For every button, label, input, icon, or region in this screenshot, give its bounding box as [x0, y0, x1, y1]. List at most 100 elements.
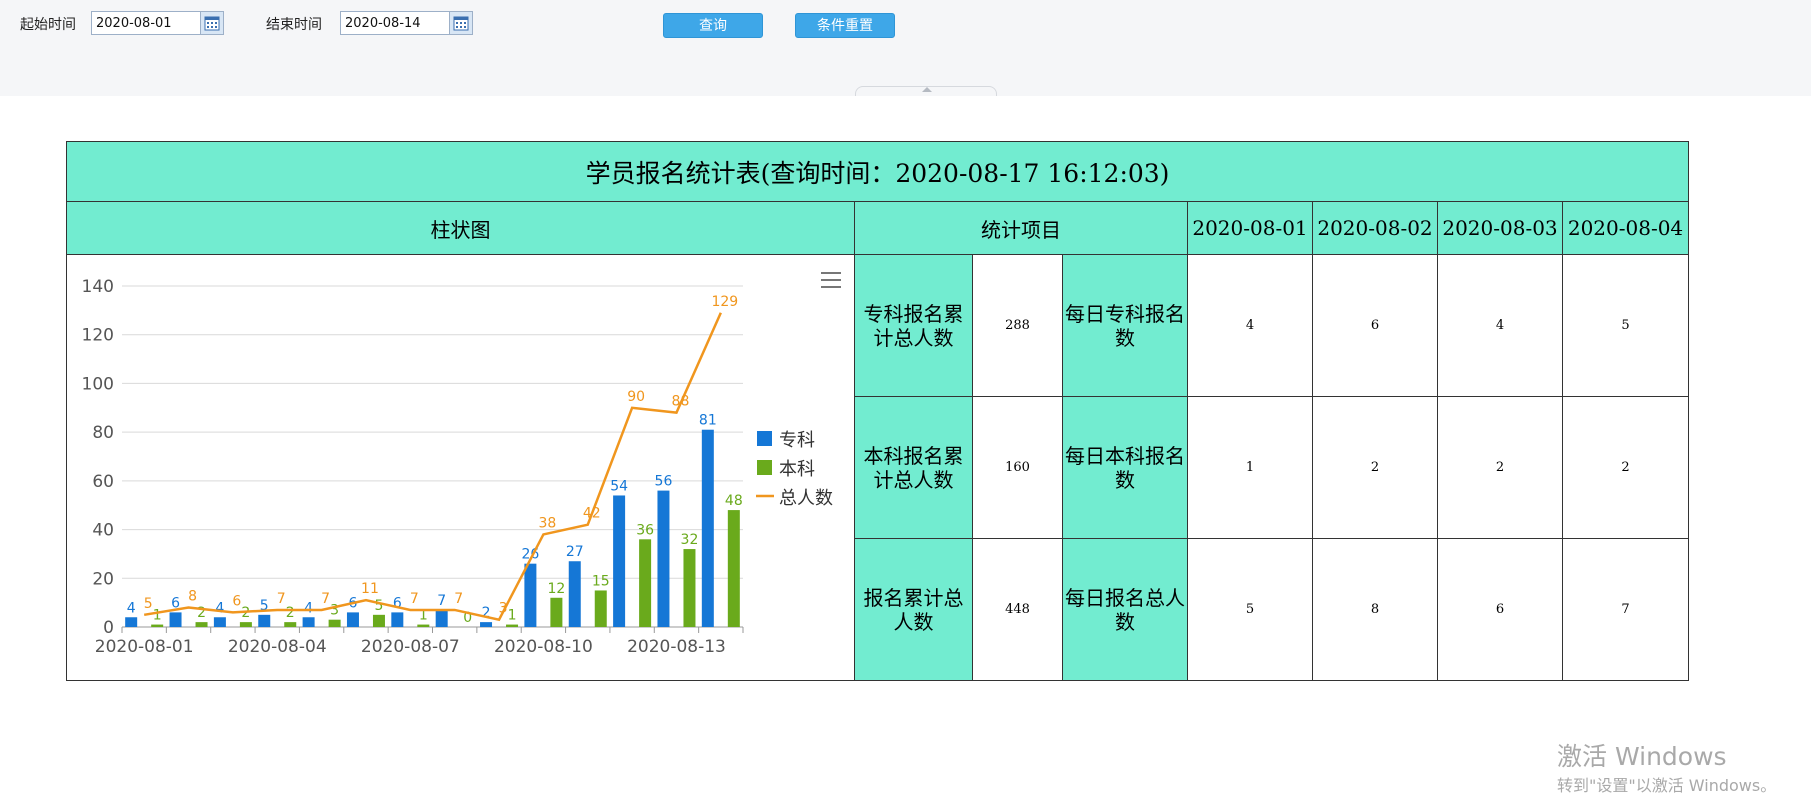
- date-header: 2020-08-04: [1561, 201, 1690, 255]
- daily-value: 8: [1312, 538, 1438, 681]
- data-label: 7: [454, 590, 463, 606]
- end-calendar-button[interactable]: [449, 11, 473, 35]
- data-label: 48: [725, 493, 743, 509]
- bar: [683, 548, 696, 627]
- x-tick-label: 2020-08-13: [627, 637, 726, 657]
- data-label: 2: [286, 605, 295, 621]
- daily-value: 4: [1187, 254, 1313, 397]
- bar: [125, 616, 138, 627]
- calendar-icon: [453, 16, 469, 31]
- y-tick-label: 80: [92, 423, 114, 443]
- data-label: 32: [681, 532, 699, 548]
- daily-value: 2: [1437, 396, 1563, 539]
- table-title: 学员报名统计表(查询时间：2020-08-17 16:12:03): [65, 141, 1690, 202]
- total-label: 专科报名累计总人数: [854, 254, 973, 397]
- daily-value: 6: [1437, 538, 1563, 681]
- data-label: 3: [499, 600, 508, 616]
- item-header: 统计项目: [854, 201, 1188, 255]
- data-label: 7: [437, 592, 446, 608]
- y-tick-label: 0: [103, 618, 114, 638]
- bar: [346, 611, 359, 627]
- end-date-label: 结束时间: [266, 17, 322, 33]
- daily-label: 每日本科报名数: [1062, 396, 1188, 539]
- bar: [391, 611, 404, 627]
- bar: [284, 621, 297, 627]
- total-value: 160: [972, 396, 1063, 539]
- data-label: 56: [655, 473, 673, 489]
- data-label: 90: [627, 388, 645, 404]
- data-label: 7: [277, 590, 286, 606]
- data-label: 4: [215, 600, 224, 616]
- y-tick-label: 20: [92, 569, 114, 589]
- bar: [258, 614, 271, 627]
- data-label: 2: [241, 605, 250, 621]
- bar: [480, 621, 493, 627]
- data-label: 15: [592, 573, 610, 589]
- daily-value: 4: [1437, 254, 1563, 397]
- daily-label: 每日报名总人数: [1062, 538, 1188, 681]
- data-label: 88: [672, 393, 690, 409]
- data-label: 6: [232, 593, 241, 609]
- daily-value: 1: [1187, 396, 1313, 539]
- date-header: 2020-08-01: [1187, 201, 1313, 255]
- legend-item: 专科: [779, 430, 815, 451]
- menu-icon[interactable]: [821, 271, 841, 288]
- legend-item: 总人数: [779, 488, 833, 509]
- daily-value: 7: [1561, 538, 1690, 681]
- bar: [506, 624, 519, 627]
- legend-item: 本科: [779, 459, 815, 480]
- total-value: 288: [972, 254, 1063, 397]
- chart-container: 0 20 40 60 80 100 120 140 2020-08-01 2020-08-04 20…: [66, 254, 855, 681]
- x-tick-label: 2020-08-01: [95, 637, 194, 657]
- data-label: 1: [508, 607, 517, 623]
- daily-value: 5: [1561, 254, 1690, 397]
- bar: [727, 509, 740, 627]
- data-label: 12: [547, 580, 565, 596]
- data-label: 4: [127, 600, 136, 616]
- bar: [524, 563, 537, 627]
- watermark-title: 激活 Windows: [1557, 742, 1727, 771]
- watermark-subtitle: 转到"设置"以激活 Windows。: [1557, 776, 1777, 795]
- start-date-label: 起始时间: [20, 17, 76, 33]
- bar: [195, 621, 208, 627]
- data-label: 36: [636, 522, 654, 538]
- data-label: 8: [188, 588, 197, 604]
- x-tick-label: 2020-08-04: [228, 637, 327, 657]
- reset-button[interactable]: 条件重置: [795, 13, 895, 38]
- daily-value: 2: [1312, 396, 1438, 539]
- data-label: 7: [321, 590, 330, 606]
- y-tick-label: 40: [92, 520, 114, 540]
- data-label: 42: [583, 505, 601, 521]
- bar: [169, 611, 182, 627]
- bar: [151, 624, 164, 627]
- daily-label: 每日专科报名数: [1062, 254, 1188, 397]
- calendar-icon: [204, 16, 220, 31]
- bar: [213, 616, 226, 627]
- start-date-input[interactable]: 2020-08-01: [91, 11, 203, 35]
- y-tick-label: 100: [82, 374, 114, 394]
- series-line: [143, 311, 722, 621]
- query-button[interactable]: 查询: [663, 13, 763, 38]
- daily-value: 2: [1561, 396, 1690, 539]
- y-tick-label: 140: [82, 277, 114, 297]
- bar: [657, 490, 670, 627]
- data-label: 7: [410, 590, 419, 606]
- chart-header: 柱状图: [66, 201, 855, 255]
- bar: [417, 624, 430, 627]
- total-label: 报名累计总人数: [854, 538, 973, 681]
- data-label: 5: [375, 597, 384, 613]
- data-label: 38: [538, 515, 556, 531]
- date-header: 2020-08-02: [1312, 201, 1438, 255]
- data-label: 54: [610, 478, 628, 494]
- bar: [550, 597, 563, 627]
- data-label: 129: [711, 293, 738, 309]
- data-label: 1: [153, 607, 162, 623]
- end-date-input[interactable]: 2020-08-14: [340, 11, 452, 35]
- bar: [594, 589, 607, 627]
- start-calendar-button[interactable]: [200, 11, 224, 35]
- data-label: 11: [361, 581, 379, 597]
- bar: [701, 429, 714, 627]
- data-label: 81: [699, 412, 717, 428]
- y-tick-label: 120: [82, 325, 114, 345]
- bar: [613, 494, 626, 627]
